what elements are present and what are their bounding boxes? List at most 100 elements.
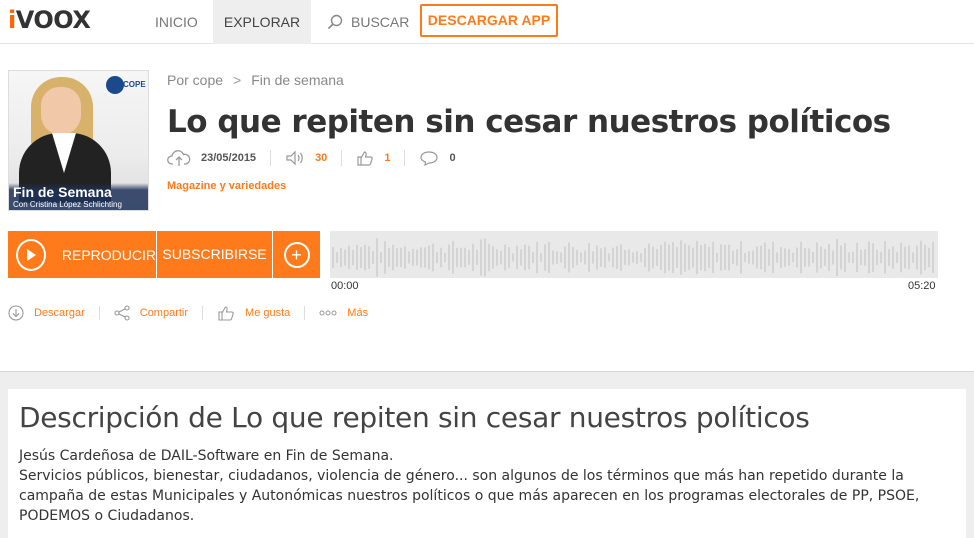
waveform-bar: [424, 247, 426, 268]
waveform-bar: [900, 242, 902, 273]
time-start: 00:00: [331, 280, 359, 292]
waveform-bar: [600, 248, 602, 267]
waveform-bar: [368, 246, 370, 269]
waveform-bar: [800, 241, 802, 274]
waveform-bar: [736, 249, 738, 266]
waveform-bar: [416, 249, 418, 266]
podcast-cover[interactable]: COPE Fin de Semana Con Cristina López Sc…: [8, 70, 149, 211]
waveform-bar: [856, 242, 858, 273]
waveform-bar: [640, 253, 642, 262]
nav-buscar[interactable]: BUSCAR: [323, 0, 423, 44]
waveform-bar: [732, 250, 734, 265]
waveform-bar: [916, 245, 918, 270]
waveform-bar: [568, 242, 570, 273]
waveform-bar: [708, 246, 710, 269]
waveform-bar: [832, 250, 834, 265]
waveform-bar: [716, 252, 718, 263]
cover-face: [41, 87, 81, 135]
play-button[interactable]: REPRODUCIR: [8, 231, 156, 278]
waveform-bar: [912, 252, 914, 263]
add-to-playlist-button[interactable]: +: [273, 231, 320, 278]
episode-category[interactable]: Magazine y variedades: [167, 180, 286, 192]
description-card: Descripción de Lo que repiten sin cesar …: [8, 389, 966, 538]
waveform-bar: [752, 250, 754, 265]
waveform-bar: [516, 245, 518, 270]
waveform-bar: [428, 245, 430, 270]
breadcrumb-author[interactable]: Por cope: [167, 72, 223, 88]
waveform-bar: [868, 241, 870, 274]
waveform-bar: [648, 243, 650, 272]
waveform-bar: [408, 251, 410, 264]
cover-title: Fin de Semana: [13, 184, 112, 200]
waveform-bar: [692, 247, 694, 268]
download-label: Descargar: [34, 307, 85, 319]
waveform-bar: [660, 244, 662, 271]
breadcrumb-program[interactable]: Fin de semana: [251, 72, 344, 88]
waveform-bar: [664, 241, 666, 274]
waveform-bar: [432, 243, 434, 272]
download-action[interactable]: Descargar: [8, 305, 85, 321]
waveform-bar: [768, 249, 770, 266]
waveform-bar: [820, 246, 822, 269]
meta-comments: 0: [419, 150, 456, 166]
waveform-bar: [712, 242, 714, 273]
waveform-bar: [380, 251, 382, 264]
waveform-bar: [444, 252, 446, 263]
like-action[interactable]: Me gusta: [217, 305, 290, 321]
waveform-bar: [636, 251, 638, 264]
more-dots-icon: [319, 310, 337, 316]
cloud-upload-icon: [167, 150, 191, 166]
waveform-bar: [884, 240, 886, 275]
waveform-bar: [576, 249, 578, 266]
waveform-bar: [628, 249, 630, 266]
waveform-bar: [632, 252, 634, 263]
episode-actions: Descargar Compartir Me gusta Más: [8, 304, 368, 322]
waveform-bar: [388, 248, 390, 267]
search-icon: [327, 15, 343, 30]
download-app-button[interactable]: DESCARGAR APP: [420, 4, 558, 37]
waveform-bar: [780, 247, 782, 268]
waveform-bar: [668, 244, 670, 271]
waveform-bar: [360, 247, 362, 268]
waveform-bar: [844, 243, 846, 272]
waveform-bar: [792, 252, 794, 263]
waveform-bar: [372, 251, 374, 264]
waveform-bar: [556, 251, 558, 264]
waveform-bar: [672, 241, 674, 274]
nav-inicio[interactable]: INICIO: [141, 0, 212, 44]
likes-count: 1: [384, 152, 391, 164]
waveform-bar: [592, 251, 594, 264]
waveform-bar: [704, 243, 706, 272]
meta-date: 23/05/2015: [167, 149, 256, 167]
waveform-bar: [436, 251, 438, 264]
waveform-bar: [680, 240, 682, 275]
waveform-bar: [760, 245, 762, 270]
ivoox-logo[interactable]: iVOOX: [8, 5, 91, 35]
share-action[interactable]: Compartir: [114, 305, 188, 321]
waveform-bar: [840, 245, 842, 270]
action-divider: [304, 306, 306, 320]
waveform-bar: [688, 245, 690, 270]
waveform-bar: [924, 244, 926, 271]
action-divider: [202, 306, 204, 320]
waveform-bar: [904, 246, 906, 269]
waveform-bar: [720, 244, 722, 271]
meta-divider: [270, 150, 272, 166]
share-label: Compartir: [139, 307, 189, 319]
subscribe-button[interactable]: SUBSCRIBIRSE: [157, 231, 272, 278]
waveform-bar: [476, 249, 478, 266]
more-action[interactable]: Más: [319, 307, 368, 319]
audio-waveform[interactable]: [330, 231, 938, 278]
waveform-bar: [440, 247, 442, 268]
meta-likes: 1: [356, 150, 390, 166]
waveform-bar: [420, 247, 422, 268]
waveform-bar: [824, 249, 826, 266]
waveform-bar: [816, 242, 818, 273]
download-icon: [8, 305, 24, 321]
waveform-bar: [548, 241, 550, 274]
waveform-bar: [352, 249, 354, 266]
waveform-bar: [656, 248, 658, 267]
logo-accent: i: [8, 6, 16, 34]
more-label: Más: [347, 307, 369, 319]
nav-explorar[interactable]: EXPLORAR: [213, 0, 311, 44]
